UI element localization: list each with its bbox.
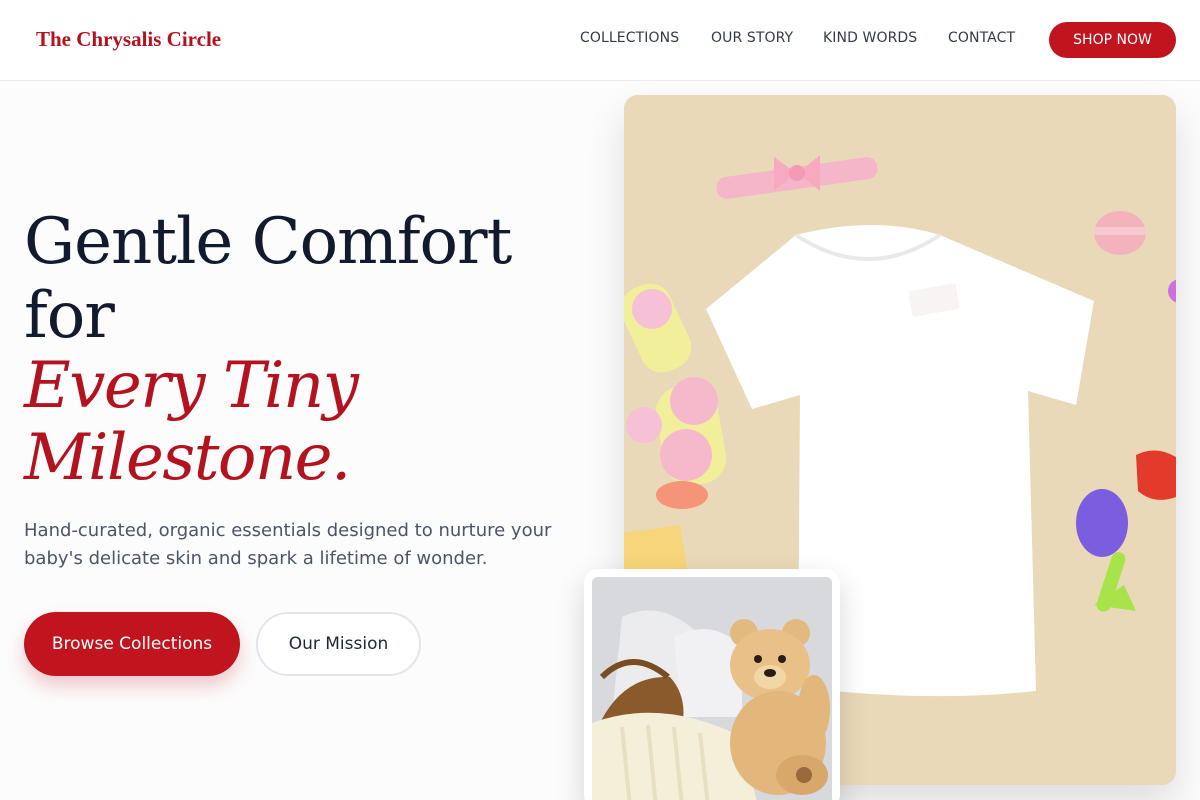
inset-product-image [592, 577, 832, 800]
our-mission-button[interactable]: Our Mission [256, 612, 421, 676]
nav-link-kind-words[interactable]: KIND WORDS [823, 30, 917, 50]
hero-headline-line-2: for [24, 279, 115, 353]
teddy-bear-blanket-basket-photo [592, 577, 832, 800]
browse-collections-button[interactable]: Browse Collections [24, 612, 240, 676]
nav-link-our-story[interactable]: OUR STORY [711, 30, 793, 50]
hero-accent-line-2: Milestone. [24, 421, 351, 495]
inset-image-card [584, 569, 840, 800]
hero-headline-line-1: Gentle Comfort [24, 205, 512, 279]
shop-now-button[interactable]: SHOP NOW [1049, 22, 1176, 58]
brand-logo[interactable]: The Chrysalis Circle [36, 27, 221, 52]
hero-subtitle: Hand-curated, organic essentials designe… [24, 520, 552, 569]
nav-link-contact[interactable]: CONTACT [948, 30, 1015, 50]
site-header: The Chrysalis Circle COLLECTIONS OUR STO… [0, 0, 1200, 81]
hero-accent-line-1: Every Tiny [24, 349, 359, 423]
nav-link-collections[interactable]: COLLECTIONS [580, 30, 679, 50]
